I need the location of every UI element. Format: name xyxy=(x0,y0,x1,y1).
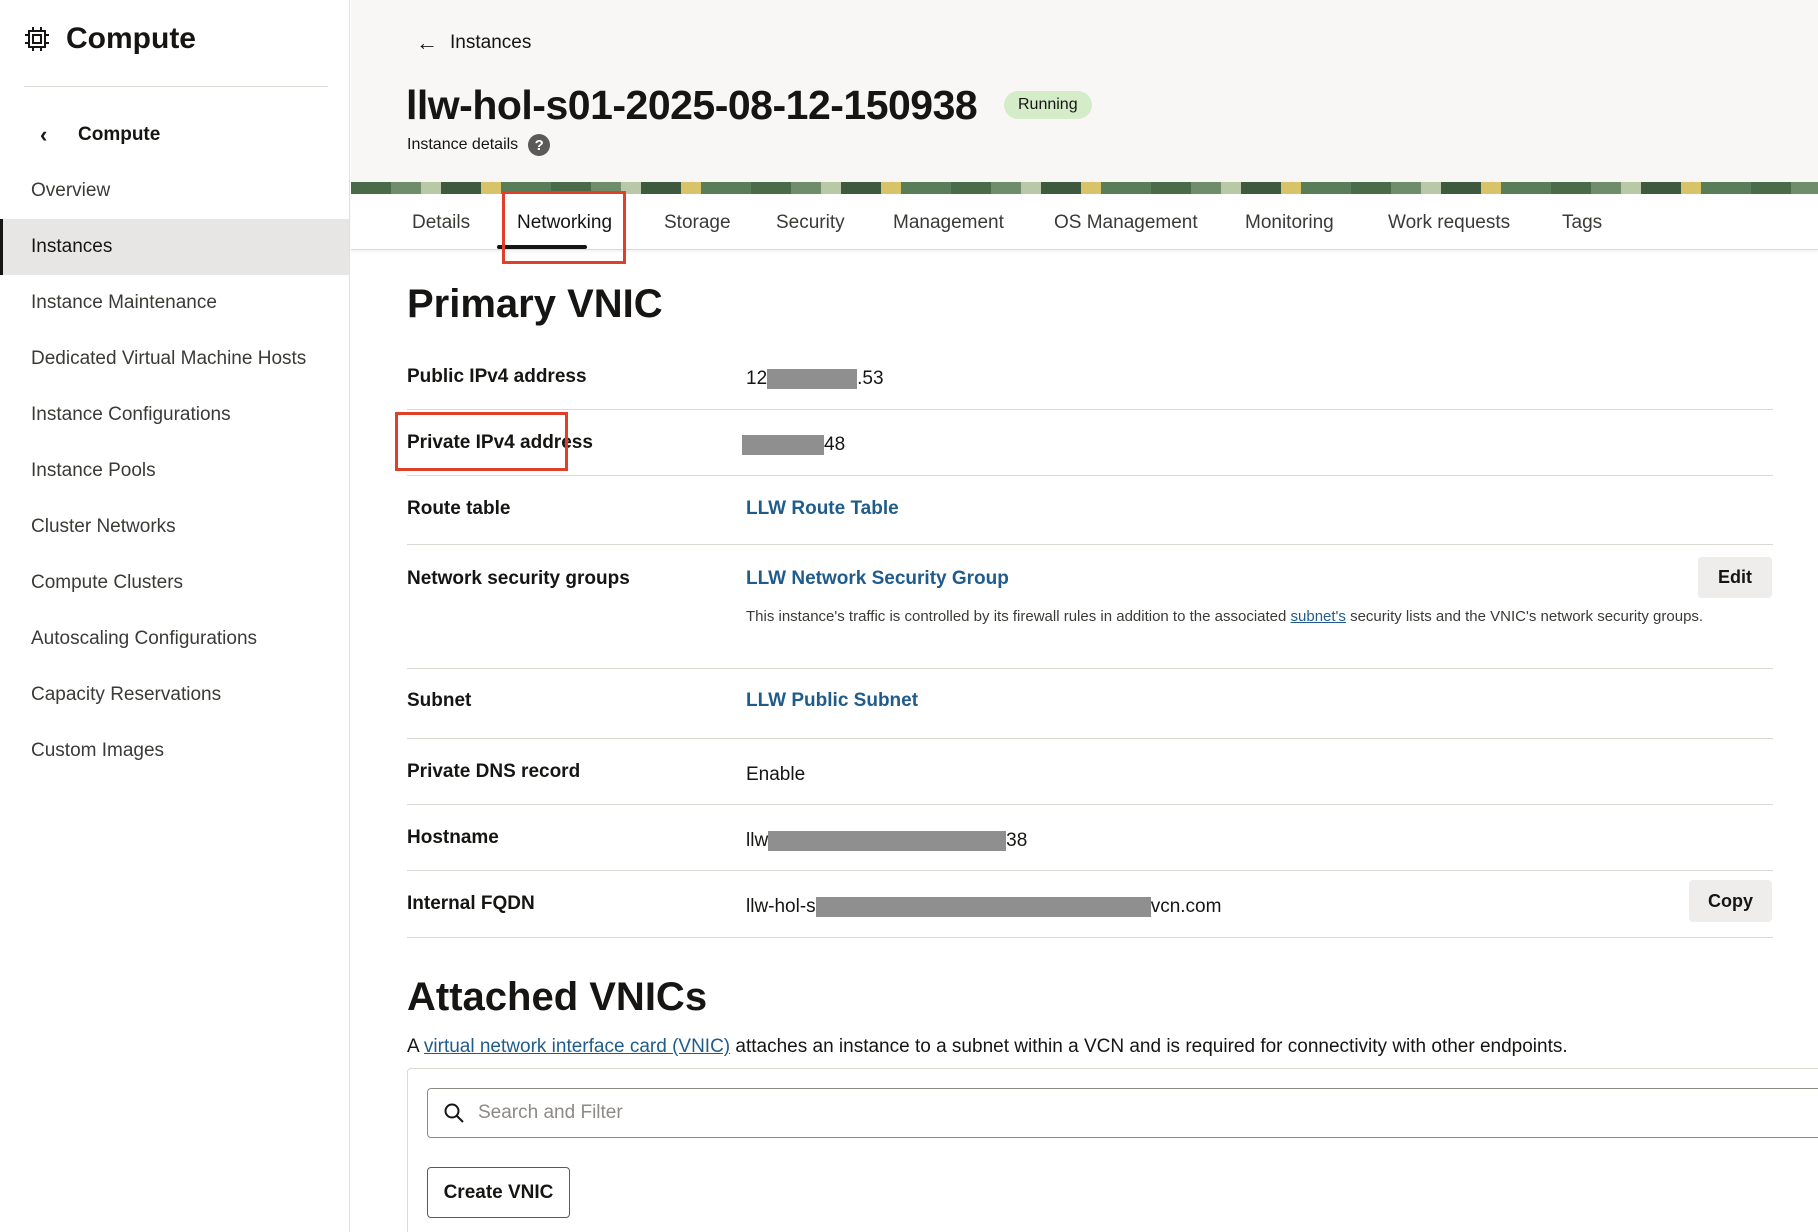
sidebar-item-capacity-reservations[interactable]: Capacity Reservations xyxy=(0,667,349,723)
fqdn-prefix: llw-hol-s xyxy=(746,896,816,917)
page-subtitle: Instance details ? xyxy=(407,134,551,156)
arrow-left-icon: ← xyxy=(416,30,438,55)
desc-after: attaches an instance to a subnet within … xyxy=(730,1036,1568,1057)
public-ip-label: Public IPv4 address xyxy=(407,366,587,387)
attached-vnics-heading: Attached VNICs xyxy=(407,975,708,1019)
tab-tags[interactable]: Tags xyxy=(1562,212,1602,234)
redaction-block xyxy=(815,896,1151,917)
subtitle-text: Instance details xyxy=(407,136,519,153)
desc-before: A xyxy=(407,1036,424,1057)
sidebar-item-instances[interactable]: Instances xyxy=(0,219,349,275)
tab-storage[interactable]: Storage xyxy=(664,212,731,234)
row-divider xyxy=(407,804,1773,805)
copy-fqdn-button[interactable]: Copy xyxy=(1689,880,1772,922)
route-table-link[interactable]: LLW Route Table xyxy=(746,498,899,520)
redaction-block xyxy=(767,368,858,389)
page-title: llw-hol-s01-2025-08-12-150938 xyxy=(406,82,978,128)
row-divider xyxy=(407,544,1773,545)
sidebar-item-instance-maintenance[interactable]: Instance Maintenance xyxy=(0,275,349,331)
tab-monitoring[interactable]: Monitoring xyxy=(1245,212,1334,234)
sidebar-item-cluster-networks[interactable]: Cluster Networks xyxy=(0,499,349,555)
sidebar-nav: Overview Instances Instance Maintenance … xyxy=(0,163,349,779)
networking-tab-highlight xyxy=(502,191,626,264)
public-ip-prefix: 12 xyxy=(746,368,768,389)
sidebar-header: Compute xyxy=(24,22,196,56)
hostname-value: llw 38 xyxy=(746,830,1027,852)
row-divider xyxy=(407,409,1773,410)
chip-icon xyxy=(25,27,49,51)
tab-work-requests[interactable]: Work requests xyxy=(1388,212,1510,234)
primary-vnic-heading: Primary VNIC xyxy=(407,282,663,326)
sidebar-item-custom-images[interactable]: Custom Images xyxy=(0,723,349,779)
public-ip-value: 12.53 xyxy=(746,368,884,390)
private-ip-highlight xyxy=(395,412,568,471)
nsg-link[interactable]: LLW Network Security Group xyxy=(746,568,1009,590)
subnet-label: Subnet xyxy=(407,690,472,711)
tab-os-management[interactable]: OS Management xyxy=(1054,212,1198,234)
sidebar-item-instance-pools[interactable]: Instance Pools xyxy=(0,443,349,499)
sidebar-item-compute-clusters[interactable]: Compute Clusters xyxy=(0,555,349,611)
search-input[interactable] xyxy=(478,1102,1378,1124)
main-content: ← Instances llw-hol-s01-2025-08-12-15093… xyxy=(351,0,1818,1232)
route-table-label: Route table xyxy=(407,498,511,519)
sidebar-item-overview[interactable]: Overview xyxy=(0,163,349,219)
tab-details[interactable]: Details xyxy=(412,212,470,234)
sidebar: Compute ‹ Compute Overview Instances Ins… xyxy=(0,0,350,1232)
hostname-label: Hostname xyxy=(407,827,499,848)
vnic-docs-link[interactable]: virtual network interface card (VNIC) xyxy=(424,1036,730,1057)
sidebar-item-autoscaling[interactable]: Autoscaling Configurations xyxy=(0,611,349,667)
row-divider xyxy=(407,937,1773,938)
nsg-note: This instance's traffic is controlled by… xyxy=(746,606,1706,628)
back-to-instances-link[interactable]: ← Instances xyxy=(416,30,531,56)
nsg-label: Network security groups xyxy=(407,568,630,589)
create-vnic-button[interactable]: Create VNIC xyxy=(427,1167,570,1218)
sidebar-title: Compute xyxy=(66,22,196,55)
sidebar-back-link[interactable]: ‹ Compute xyxy=(40,122,160,148)
status-badge: Running xyxy=(1004,91,1092,119)
subnet-value-link[interactable]: LLW Public Subnet xyxy=(746,690,918,712)
private-ip-value: 48 xyxy=(742,434,845,456)
sidebar-divider xyxy=(24,86,328,87)
edit-nsg-button[interactable]: Edit xyxy=(1698,557,1772,598)
tab-management[interactable]: Management xyxy=(893,212,1004,234)
fqdn-suffix: vcn.com xyxy=(1150,896,1222,917)
dns-label: Private DNS record xyxy=(407,761,581,782)
nsg-note-before: This instance's traffic is controlled by… xyxy=(746,608,1291,625)
row-divider xyxy=(407,668,1773,669)
sidebar-item-instance-configurations[interactable]: Instance Configurations xyxy=(0,387,349,443)
back-link-label: Instances xyxy=(450,32,532,53)
redaction-block xyxy=(742,434,824,455)
fqdn-value: llw-hol-s vcn.com xyxy=(746,896,1221,918)
subnet-link[interactable]: subnet's xyxy=(1291,608,1346,625)
help-icon[interactable]: ? xyxy=(528,134,551,156)
private-ip-suffix: 48 xyxy=(824,434,846,455)
row-divider xyxy=(407,475,1773,476)
sidebar-item-dedicated-vm-hosts[interactable]: Dedicated Virtual Machine Hosts xyxy=(0,331,349,387)
nsg-note-after: security lists and the VNIC's network se… xyxy=(1345,608,1704,625)
public-ip-suffix: .53 xyxy=(857,368,884,389)
hostname-suffix: 38 xyxy=(1006,830,1028,851)
sidebar-back-label: Compute xyxy=(78,124,161,145)
tab-security[interactable]: Security xyxy=(776,212,845,234)
row-divider xyxy=(407,738,1773,739)
row-divider xyxy=(407,870,1773,871)
attached-vnics-description: A virtual network interface card (VNIC) … xyxy=(407,1036,1568,1058)
search-filter-box[interactable] xyxy=(427,1088,1818,1138)
search-icon xyxy=(444,1103,464,1123)
page-header: ← Instances llw-hol-s01-2025-08-12-15093… xyxy=(351,0,1818,182)
dns-value: Enable xyxy=(746,764,806,785)
fqdn-label: Internal FQDN xyxy=(407,893,535,914)
redaction-block xyxy=(768,830,1007,851)
chevron-left-icon: ‹ xyxy=(40,122,48,147)
hostname-prefix: llw xyxy=(746,830,769,851)
